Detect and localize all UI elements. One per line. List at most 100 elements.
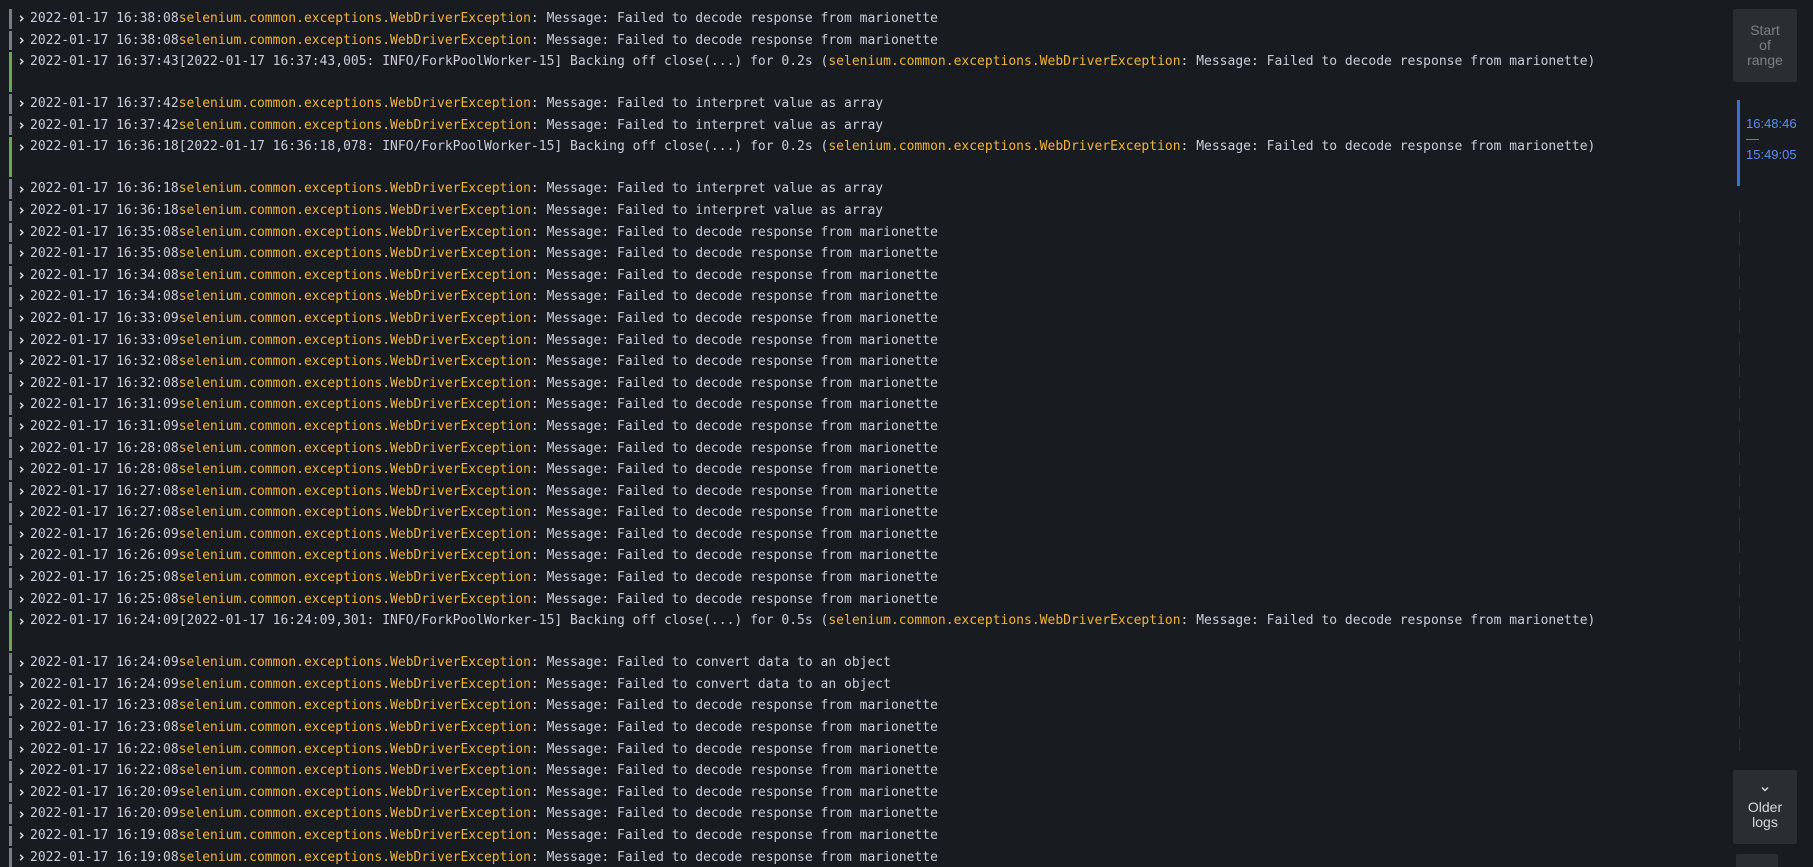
log-message-prefix: [2022-01-17 16:37:43,005: INFO/ForkPoolW… [178,54,829,70]
log-row[interactable]: 2022-01-17 16:25:08 selenium.common.exce… [0,567,1720,589]
log-row[interactable]: 2022-01-17 16:31:09 selenium.common.exce… [0,416,1720,438]
log-row[interactable]: 2022-01-17 16:22:08 selenium.common.exce… [0,760,1720,782]
log-message: : Message: Failed to decode response fro… [530,591,938,607]
log-row[interactable]: 2022-01-17 16:37:42 selenium.common.exce… [0,93,1720,115]
log-row[interactable]: 2022-01-17 16:31:09 selenium.common.exce… [0,394,1720,416]
chevron-right-icon[interactable] [15,394,27,416]
log-level-indicator [9,265,12,286]
log-row[interactable]: 2022-01-17 16:32:08 selenium.common.exce… [0,373,1720,395]
time-range-marker[interactable]: 16:48:46 — 15:49:05 [1737,100,1813,186]
log-row[interactable]: 2022-01-17 16:37:42 selenium.common.exce… [0,115,1720,137]
chevron-right-icon[interactable] [15,589,27,611]
log-row[interactable]: 2022-01-17 16:19:08 selenium.common.exce… [0,825,1720,847]
chevron-right-icon[interactable] [15,825,27,847]
log-timestamp: 2022-01-17 16:25:08 [30,570,179,586]
log-exception-name: selenium.common.exceptions.WebDriverExce… [178,548,531,564]
log-timestamp: 2022-01-17 16:28:08 [30,462,179,478]
log-row[interactable]: 2022-01-17 16:35:08 selenium.common.exce… [0,243,1720,265]
log-row[interactable]: 2022-01-17 16:23:08 selenium.common.exce… [0,717,1720,739]
log-row[interactable]: 2022-01-17 16:19:08 selenium.common.exce… [0,847,1720,867]
chevron-right-icon[interactable] [15,136,27,158]
scroll-button[interactable] [1736,854,1778,867]
log-row[interactable]: 2022-01-17 16:35:08 selenium.common.exce… [0,222,1720,244]
log-timestamp: 2022-01-17 16:23:08 [30,698,179,714]
chevron-right-icon[interactable] [15,695,27,717]
log-level-indicator [9,739,12,760]
older-logs-button[interactable]: Older logs [1733,770,1797,844]
chevron-right-icon[interactable] [15,524,27,546]
chevron-right-icon[interactable] [15,652,27,674]
chevron-right-icon[interactable] [15,459,27,481]
chevron-right-icon[interactable] [15,30,27,52]
chevron-right-icon[interactable] [15,610,27,632]
chevron-right-icon[interactable] [15,178,27,200]
log-row[interactable]: 2022-01-17 16:38:08 selenium.common.exce… [0,30,1720,52]
chevron-right-icon[interactable] [15,760,27,782]
log-row[interactable]: 2022-01-17 16:24:09 [2022-01-17 16:24:09… [0,610,1720,652]
log-row[interactable]: 2022-01-17 16:20:09 selenium.common.exce… [0,782,1720,804]
chevron-right-icon[interactable] [15,803,27,825]
chevron-right-icon[interactable] [15,545,27,567]
log-row[interactable]: 2022-01-17 16:28:08 selenium.common.exce… [0,459,1720,481]
chevron-right-icon[interactable] [15,567,27,589]
log-exception-name: selenium.common.exceptions.WebDriverExce… [178,526,531,542]
log-level-indicator [9,352,12,372]
chevron-right-icon[interactable] [15,286,27,308]
chevron-right-icon[interactable] [15,481,27,503]
log-level-indicator [9,308,12,329]
log-exception-name: selenium.common.exceptions.WebDriverExce… [178,310,531,326]
log-row[interactable]: 2022-01-17 16:33:09 selenium.common.exce… [0,330,1720,352]
chevron-right-icon[interactable] [15,200,27,222]
log-level-indicator [9,9,12,29]
chevron-right-icon[interactable] [15,222,27,244]
log-timestamp: 2022-01-17 16:24:09 [30,655,179,671]
chevron-right-icon[interactable] [15,373,27,395]
log-message: : Message: Failed to decode response fro… [530,741,938,757]
log-row[interactable]: 2022-01-17 16:34:08 selenium.common.exce… [0,265,1720,287]
log-level-indicator [9,674,12,695]
log-row[interactable]: 2022-01-17 16:24:09 selenium.common.exce… [0,652,1720,674]
chevron-right-icon[interactable] [15,674,27,696]
log-row[interactable]: 2022-01-17 16:37:43 [2022-01-17 16:37:43… [0,51,1720,93]
log-exception-name: selenium.common.exceptions.WebDriverExce… [178,505,531,521]
chevron-right-icon[interactable] [15,717,27,739]
log-row[interactable]: 2022-01-17 16:36:18 selenium.common.exce… [0,178,1720,200]
chevron-right-icon[interactable] [15,8,27,30]
log-row[interactable]: 2022-01-17 16:22:08 selenium.common.exce… [0,739,1720,761]
log-row[interactable]: 2022-01-17 16:28:08 selenium.common.exce… [0,438,1720,460]
chevron-right-icon[interactable] [15,243,27,265]
log-row[interactable]: 2022-01-17 16:24:09 selenium.common.exce… [0,674,1720,696]
log-level-indicator [9,718,12,738]
chevron-right-icon[interactable] [15,115,27,137]
log-row[interactable]: 2022-01-17 16:33:09 selenium.common.exce… [0,308,1720,330]
log-row[interactable]: 2022-01-17 16:27:08 selenium.common.exce… [0,502,1720,524]
log-exception-name: selenium.common.exceptions.WebDriverExce… [178,289,531,305]
log-row[interactable]: 2022-01-17 16:23:08 selenium.common.exce… [0,695,1720,717]
log-row[interactable]: 2022-01-17 16:34:08 selenium.common.exce… [0,286,1720,308]
log-row[interactable]: 2022-01-17 16:32:08 selenium.common.exce… [0,351,1720,373]
chevron-right-icon[interactable] [15,847,27,867]
chevron-right-icon[interactable] [15,782,27,804]
chevron-right-icon[interactable] [15,308,27,330]
log-row[interactable]: 2022-01-17 16:38:08 selenium.common.exce… [0,8,1720,30]
log-row[interactable]: 2022-01-17 16:25:08 selenium.common.exce… [0,589,1720,611]
start-of-range-button[interactable]: Start of range [1733,9,1797,82]
log-exception-name: selenium.common.exceptions.WebDriverExce… [178,720,531,736]
chevron-right-icon[interactable] [15,265,27,287]
log-message: : Message: Failed to decode response fro… [530,354,938,370]
chevron-right-icon[interactable] [15,330,27,352]
log-row[interactable]: 2022-01-17 16:26:09 selenium.common.exce… [0,524,1720,546]
chevron-right-icon[interactable] [15,93,27,115]
log-row[interactable]: 2022-01-17 16:27:08 selenium.common.exce… [0,481,1720,503]
log-level-indicator [9,589,12,610]
log-row[interactable]: 2022-01-17 16:20:09 selenium.common.exce… [0,803,1720,825]
chevron-right-icon[interactable] [15,51,27,73]
chevron-right-icon[interactable] [15,739,27,761]
chevron-right-icon[interactable] [15,438,27,460]
chevron-right-icon[interactable] [15,502,27,524]
log-row[interactable]: 2022-01-17 16:36:18 [2022-01-17 16:36:18… [0,136,1720,178]
log-row[interactable]: 2022-01-17 16:36:18 selenium.common.exce… [0,200,1720,222]
log-row[interactable]: 2022-01-17 16:26:09 selenium.common.exce… [0,545,1720,567]
chevron-right-icon[interactable] [15,351,27,373]
chevron-right-icon[interactable] [15,416,27,438]
